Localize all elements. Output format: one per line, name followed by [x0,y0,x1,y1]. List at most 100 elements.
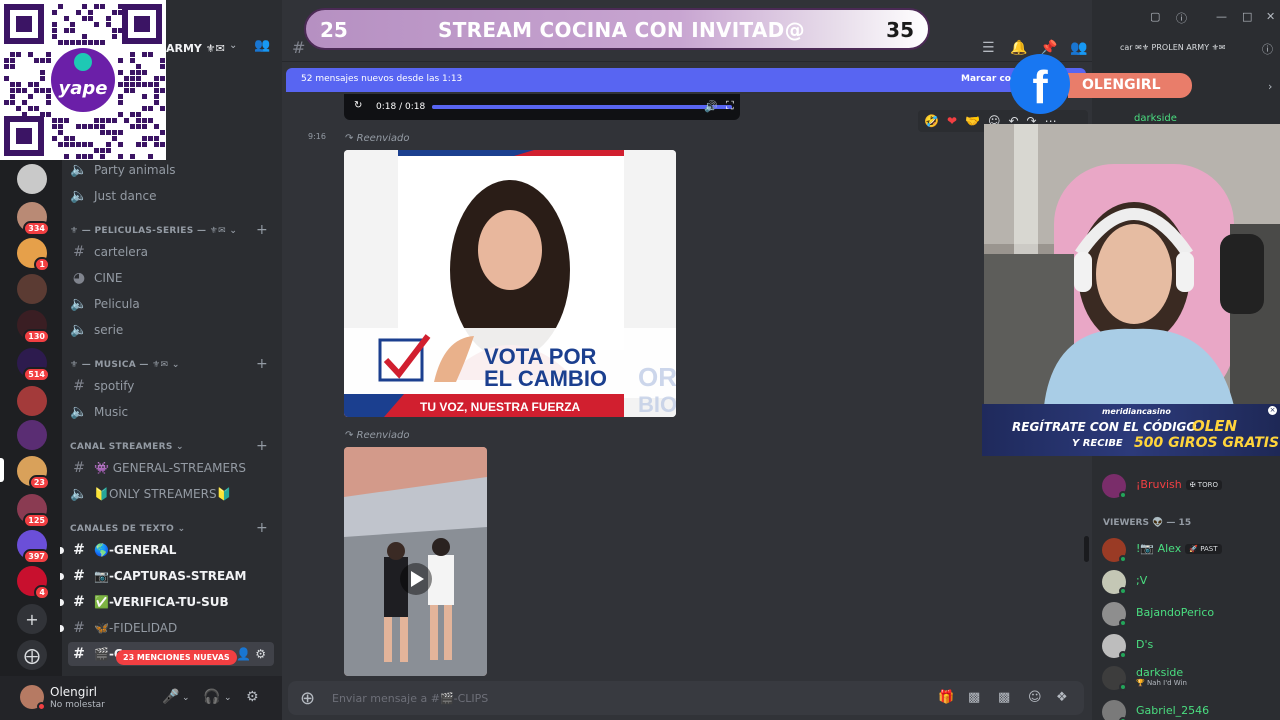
new-mentions-pill[interactable]: 23 MENCIONES NUEVAS [116,650,237,665]
message-timestamp: 9:16 [308,132,326,141]
member-list-icon[interactable]: 👥 [1070,40,1087,56]
close-icon[interactable]: × [1268,406,1277,415]
heart-reaction-icon[interactable]: ❤ [947,114,957,128]
campaign-poster-image[interactable]: VOTA POR EL CAMBIO OR BIO TU VOZ, NUESTR… [344,150,676,417]
add-attachment-icon[interactable]: ⊕ [300,688,315,709]
channel-only-streamers[interactable]: 🔈 🔰ONLY STREAMERS🔰 [68,482,274,506]
channel-label: 🦋-FIDELIDAD [94,621,178,635]
channel-general-streamers[interactable]: # 👾 GENERAL-STREAMERS [68,456,274,480]
channel-serie[interactable]: 🔈 serie [68,318,274,342]
mark-as-read-button[interactable]: Marcar co [961,74,1011,84]
emoji-icon[interactable]: ☺ [1028,690,1042,705]
new-messages-bar[interactable]: 52 mensajes nuevos desde las 1:13 Marcar… [286,68,1086,92]
channel-verifica-tu-sub[interactable]: # ✅-VERIFICA-TU-SUB [60,590,274,614]
add-channel-icon[interactable]: + [256,520,268,536]
channel-label: 👾 GENERAL-STREAMERS [94,461,247,475]
settings-gear-icon[interactable]: ⚙ [246,689,259,705]
server-icon[interactable]: 1 [17,238,50,272]
video-player[interactable]: ↻ 0:18 / 0:18 🔊 ⛶ [344,94,740,120]
chat-scrollbar[interactable] [1084,536,1089,562]
member-item[interactable]: D's [1100,632,1276,660]
category-header[interactable]: ⚜ — MUSICA — ⚜✉ ⌄ [70,360,180,370]
channel-spotify[interactable]: # spotify [68,374,274,398]
channel-cine[interactable]: ◕ CINE [68,266,274,290]
add-member-icon[interactable]: 👥 [254,38,270,53]
server-icon[interactable] [17,420,47,450]
speaker-icon: 🔈 [70,188,88,204]
video-progress-bar[interactable] [432,105,732,109]
add-channel-icon[interactable]: + [256,438,268,454]
gift-icon[interactable]: 🎁 [938,690,954,705]
online-status-icon [1119,683,1127,691]
bell-icon[interactable]: 🔔 [1010,40,1027,56]
chevron-down-icon[interactable]: ⌄ [224,693,232,703]
server-icon[interactable]: 130 [17,310,50,344]
unread-indicator [60,599,64,606]
member-name: D's [1136,638,1154,651]
server-icon[interactable]: 514 [17,348,50,382]
category-label: ⚜ — PELICULAS-SERIES — ⚜✉ [70,226,226,236]
member-name: Gabriel_2546 [1136,704,1210,717]
laugh-reaction-icon[interactable]: 🤣 [924,114,939,128]
member-item[interactable]: BajandoPerico [1100,600,1276,628]
channel-music[interactable]: 🔈 Music [68,400,274,424]
invite-icon[interactable]: 👤 [236,647,251,661]
channel-just-dance[interactable]: 🔈 Just dance [68,184,274,208]
channel-capturas-stream[interactable]: # 📷-CAPTURAS-STREAM [60,564,274,588]
add-channel-icon[interactable]: + [256,222,268,238]
gear-icon[interactable]: ⚙ [255,647,266,661]
server-icon[interactable]: 4 [17,566,50,600]
explore-servers-button[interactable]: ⨁ [17,640,47,670]
hash-icon: # [73,620,85,636]
sticker-icon[interactable]: ▩ [998,690,1010,705]
minimize-icon[interactable]: — [1216,10,1227,23]
threads-icon[interactable]: ☰ [982,40,995,56]
headphones-icon[interactable]: 🎧 [203,689,220,705]
apps-icon[interactable]: ❖ [1056,690,1068,705]
member-item[interactable]: Gabriel_2546 [1100,698,1276,720]
gif-icon[interactable]: ▩ [968,690,980,705]
video-thumbnail[interactable] [344,447,487,676]
channel-label: 🔰ONLY STREAMERS🔰 [94,487,232,501]
microphone-icon[interactable]: 🎤 [162,689,179,705]
help-icon[interactable]: ⓘ [1176,10,1187,26]
server-icon[interactable] [17,274,47,304]
category-header[interactable]: CANAL STREAMERS ⌄ [70,442,184,452]
speaker-icon: 🔈 [70,296,88,312]
help-icon[interactable]: ⓘ [1262,41,1273,57]
server-icon[interactable] [17,164,47,194]
hash-icon: # [73,244,85,260]
reaction-icon[interactable]: 🤝 [965,114,980,128]
speaker-icon: 🔈 [70,162,88,178]
user-panel: Olengirl No molestar 🎤 ⌄ 🎧 ⌄ ⚙ [0,676,282,720]
server-icon[interactable]: 125 [17,494,50,528]
channel-general[interactable]: # 🌎-GENERAL [60,538,274,562]
member-item[interactable]: darkside 🏆 Nah I'd Win [1100,664,1276,692]
chevron-down-icon[interactable]: ⌄ [182,693,190,703]
inbox-icon[interactable]: ▢ [1150,10,1160,23]
close-icon[interactable]: ✕ [1266,10,1275,23]
channel-fidelidad[interactable]: # 🦋-FIDELIDAD [60,616,274,640]
volume-icon[interactable]: 🔊 [704,100,718,113]
member-name: ;V [1136,574,1148,587]
message-input[interactable] [332,689,892,707]
server-icon[interactable] [17,386,47,416]
server-icon[interactable]: 23 [17,456,50,490]
channel-cartelera[interactable]: # cartelera [68,240,274,264]
add-server-button[interactable]: + [17,604,47,634]
channel-pelicula[interactable]: 🔈 Pelicula [68,292,274,316]
maximize-icon[interactable]: □ [1242,10,1252,23]
server-icon[interactable]: 334 [17,202,50,236]
member-name[interactable]: darkside [1134,113,1177,124]
replay-icon[interactable]: ↻ [354,100,362,111]
channel-party-animals[interactable]: 🔈 Party animals [68,158,274,182]
member-item[interactable]: !📷 Alex 🚀 PAST [1100,536,1276,564]
chevron-right-icon[interactable]: › [1268,80,1272,93]
category-header[interactable]: ⚜ — PELICULAS-SERIES — ⚜✉ ⌄ [70,226,237,236]
add-channel-icon[interactable]: + [256,356,268,372]
member-item[interactable]: ;V [1100,568,1276,596]
server-icon[interactable]: 397 [17,530,50,564]
category-header[interactable]: CANALES DE TEXTO ⌄ [70,524,185,534]
member-item[interactable]: ¡Bruvish ✠ TORO [1100,472,1276,500]
fullscreen-icon[interactable]: ⛶ [726,99,734,113]
